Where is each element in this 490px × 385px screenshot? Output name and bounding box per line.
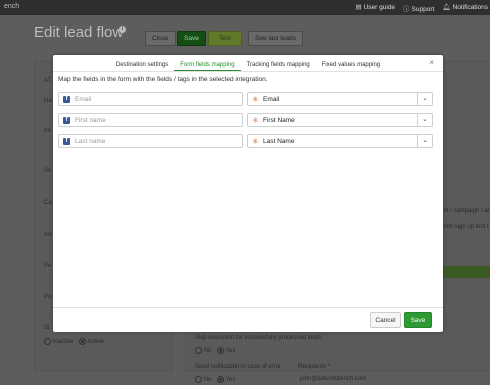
facebook-icon: f xyxy=(63,117,70,124)
tab-form-fields-mapping[interactable]: Form fields mapping xyxy=(174,59,241,71)
test-button[interactable]: Test xyxy=(208,31,242,46)
skip-yes-radio[interactable] xyxy=(217,347,225,354)
skip-no-radio[interactable] xyxy=(195,347,202,354)
left-fragment: Ad xyxy=(44,232,52,238)
divider xyxy=(53,71,443,72)
notifications-link[interactable]: 🔔︎ Notifications xyxy=(442,3,488,13)
target-select-first-name[interactable]: ✳ First Name ⌄ xyxy=(247,113,433,127)
zapier-icon: ✳ xyxy=(252,116,259,125)
save-page-button[interactable]: Save xyxy=(177,31,206,46)
left-fragment: Int xyxy=(44,128,51,134)
skip-label: Skip execution for successfully processe… xyxy=(195,335,323,341)
left-fragment: Pe xyxy=(44,263,52,269)
page-title: Edit lead flow xyxy=(34,24,124,41)
right-fragment: ent / campaign / ai xyxy=(440,208,490,214)
left-fragment: Na xyxy=(44,98,52,104)
user-guide-link[interactable]: ▤ User guide xyxy=(355,3,395,13)
inactive-radio[interactable] xyxy=(44,338,51,345)
left-fragment: Ca xyxy=(44,200,52,206)
top-bar: ench ▤ User guide ⓘ Support 🔔︎ Notification… xyxy=(0,0,490,15)
notify-yes-radio[interactable] xyxy=(217,376,225,383)
bell-icon: 🔔︎ xyxy=(442,4,451,11)
zapier-icon: ✳ xyxy=(252,137,259,146)
info-icon: ⓘ xyxy=(403,6,410,13)
modal-tabs: Destination settings Form fields mapping… xyxy=(53,59,443,71)
chevron-down-icon[interactable]: ⌄ xyxy=(417,114,432,126)
mapping-instructions: Map the fields in the form with the fiel… xyxy=(58,76,268,83)
active-radio[interactable] xyxy=(79,338,87,345)
target-select-last-name[interactable]: ✳ Last Name ⌄ xyxy=(247,134,433,148)
source-field-last-name: f Last name xyxy=(58,134,243,148)
source-field-email: f Email xyxy=(58,92,243,106)
divider xyxy=(53,307,443,308)
tab-destination-settings[interactable]: Destination settings xyxy=(110,59,174,71)
cancel-button[interactable]: Cancel xyxy=(370,312,401,328)
facebook-icon: f xyxy=(63,138,70,145)
left-fragment: Se xyxy=(44,168,52,174)
right-fragment: ench sign up test f xyxy=(440,224,489,230)
recipients-input[interactable]: john@adworkbench.com xyxy=(300,376,366,382)
source-field-first-name: f First name xyxy=(58,113,243,127)
target-select-email[interactable]: ✳ Email ⌄ xyxy=(247,92,433,106)
brand-name: ench xyxy=(4,3,20,10)
close-button[interactable]: Close xyxy=(145,31,176,46)
top-links: ▤ User guide ⓘ Support 🔔︎ Notifications xyxy=(355,3,488,13)
chevron-down-icon[interactable]: ⌄ xyxy=(417,93,432,105)
zapier-icon: ✳ xyxy=(252,95,259,104)
save-button[interactable]: Save xyxy=(404,312,432,328)
close-icon[interactable]: × xyxy=(429,58,434,67)
status-radio-group: Inactive Active xyxy=(44,338,104,345)
recipients-label: Recipients * xyxy=(298,364,331,370)
see-last-leads-button[interactable]: See last leads xyxy=(248,31,303,46)
notify-label: Send notification in case of error xyxy=(195,364,282,370)
left-fragment: Po xyxy=(44,294,52,300)
notify-radio-group: No Yes xyxy=(195,376,235,383)
tab-tracking-fields-mapping[interactable]: Tracking fields mapping xyxy=(241,59,316,71)
facebook-icon: f xyxy=(63,96,70,103)
book-icon: ▤ xyxy=(355,4,362,11)
left-fragment: St xyxy=(44,325,50,331)
tab-fixed-values-mapping[interactable]: Fixed values mapping xyxy=(316,59,386,71)
support-link[interactable]: ⓘ Support xyxy=(403,3,434,13)
skip-radio-group: No Yes xyxy=(195,347,235,354)
chevron-down-icon[interactable]: ⌄ xyxy=(417,135,432,147)
field-mapping-modal: Destination settings Form fields mapping… xyxy=(53,55,443,332)
left-fragment: AT xyxy=(44,78,52,84)
info-icon: i xyxy=(119,26,126,33)
notify-no-radio[interactable] xyxy=(195,376,202,383)
